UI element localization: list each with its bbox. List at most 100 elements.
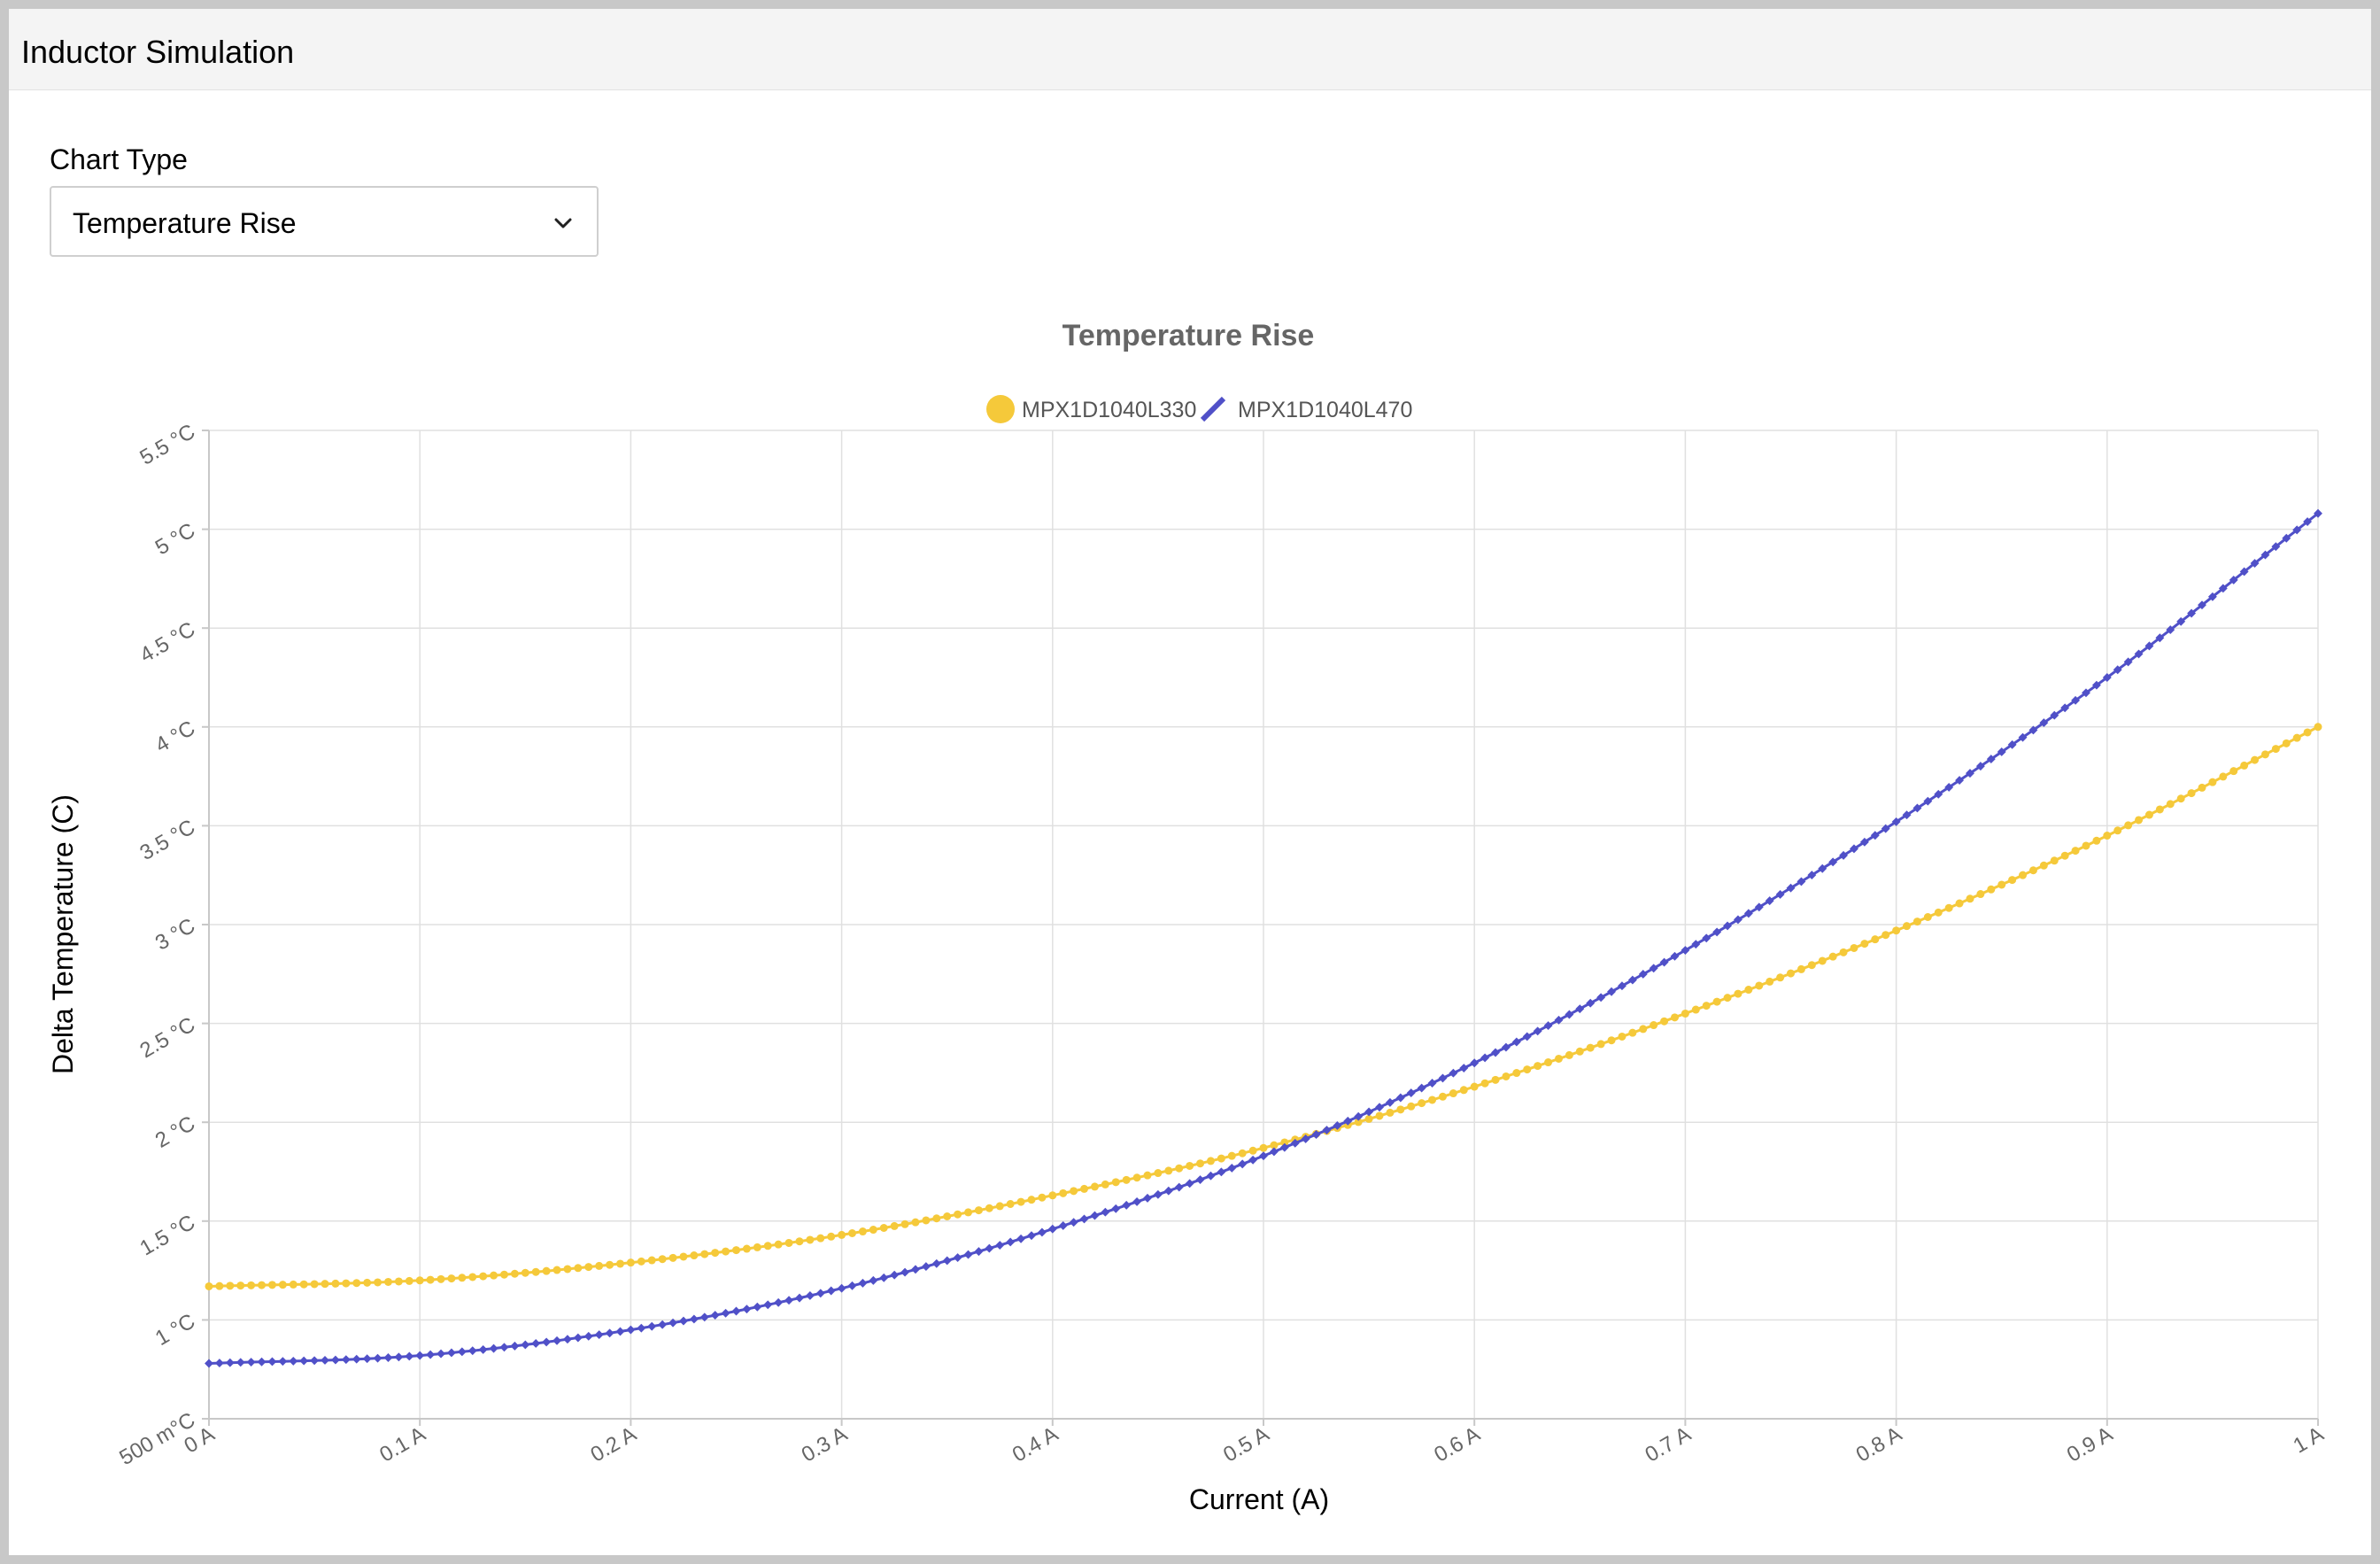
- data-point: [647, 1321, 657, 1331]
- x-tick-label: 1 A: [2289, 1422, 2328, 1459]
- data-point: [1787, 969, 1795, 978]
- data-point: [299, 1280, 308, 1289]
- data-point: [858, 1227, 867, 1236]
- x-axis-ticks: 0 A 0.1 A 0.2 A 0.3 A 0.4 A 0.5 A 0.6 A 0.7 A 0.…: [180, 1419, 2328, 1467]
- data-point: [1069, 1218, 1078, 1227]
- data-point: [1660, 1017, 1669, 1026]
- data-point: [1406, 1088, 1416, 1098]
- y-tick-label: 3 °C: [151, 914, 199, 956]
- data-point: [1470, 1058, 1480, 1068]
- data-point: [2208, 778, 2217, 786]
- data-point: [1618, 1032, 1627, 1041]
- data-point: [1491, 1048, 1500, 1057]
- legend-item[interactable]: MPX1D1040L470: [1200, 396, 1412, 422]
- data-point: [1407, 1102, 1416, 1111]
- data-point: [805, 1291, 815, 1300]
- data-point: [1163, 1186, 1173, 1196]
- data-point: [1111, 1204, 1121, 1213]
- data-point: [1438, 1092, 1447, 1101]
- data-point: [1818, 956, 1827, 965]
- data-point: [289, 1280, 298, 1289]
- data-point: [1987, 885, 1996, 894]
- data-point: [405, 1351, 414, 1361]
- data-point: [827, 1232, 836, 1241]
- data-point: [1027, 1231, 1036, 1241]
- data-point: [837, 1283, 846, 1293]
- x-tick-label: 0.9 A: [2063, 1422, 2117, 1467]
- data-point: [573, 1333, 583, 1343]
- data-point: [922, 1216, 931, 1225]
- data-point: [732, 1246, 740, 1255]
- data-point: [931, 1258, 941, 1268]
- data-point: [1259, 1151, 1268, 1161]
- data-point: [1364, 1107, 1374, 1117]
- data-point: [521, 1268, 529, 1277]
- data-point: [2060, 851, 2069, 860]
- data-point: [468, 1346, 477, 1356]
- data-point: [1186, 1161, 1194, 1170]
- data-point: [974, 1247, 984, 1257]
- data-point: [795, 1293, 804, 1303]
- data-point: [1059, 1188, 1068, 1197]
- y-tick-label: 5 °C: [151, 518, 199, 560]
- data-point: [1048, 1191, 1057, 1200]
- x-tick-label: 0.3 A: [798, 1422, 852, 1467]
- data-point: [426, 1275, 435, 1284]
- data-point: [394, 1277, 403, 1286]
- data-point: [215, 1281, 224, 1290]
- data-point: [1269, 1147, 1279, 1157]
- data-point: [1912, 917, 1921, 926]
- data-point: [1522, 1032, 1532, 1041]
- data-point: [826, 1286, 836, 1296]
- data-point: [310, 1280, 319, 1289]
- legend-circle-icon: [986, 395, 1015, 423]
- data-point: [1196, 1159, 1205, 1168]
- data-point: [1944, 903, 1953, 912]
- legend-item[interactable]: MPX1D1040L330: [986, 395, 1196, 423]
- data-point: [583, 1331, 593, 1341]
- data-point: [1375, 1103, 1384, 1112]
- data-point: [552, 1336, 561, 1345]
- data-point: [2219, 772, 2228, 781]
- data-point: [1892, 926, 1901, 935]
- data-point: [479, 1272, 488, 1281]
- data-point: [1554, 1054, 1563, 1063]
- data-point: [1839, 948, 1848, 956]
- data-point: [2198, 783, 2206, 792]
- x-tick-label: 0.2 A: [587, 1422, 641, 1467]
- data-point: [563, 1265, 572, 1274]
- data-point: [763, 1242, 772, 1250]
- data-point: [562, 1335, 572, 1344]
- data-point: [531, 1267, 540, 1276]
- data-point: [267, 1281, 276, 1289]
- data-point: [1395, 1093, 1405, 1103]
- data-point: [236, 1358, 245, 1367]
- data-point: [1248, 1155, 1258, 1165]
- y-tick-label: 2 °C: [151, 1111, 199, 1153]
- data-point: [900, 1219, 909, 1228]
- data-point: [1480, 1079, 1489, 1088]
- data-point: [753, 1243, 761, 1251]
- data-point: [2251, 755, 2260, 764]
- data-point: [626, 1258, 635, 1267]
- data-point: [858, 1278, 868, 1288]
- data-point: [415, 1276, 424, 1285]
- data-point: [911, 1265, 920, 1274]
- data-point: [1544, 1058, 1553, 1067]
- data-point: [1047, 1224, 1057, 1234]
- data-point: [2019, 871, 2028, 879]
- app-window: Inductor Simulation Chart Type Temperatu…: [9, 9, 2371, 1555]
- data-point: [1090, 1182, 1099, 1191]
- data-point: [1512, 1069, 1521, 1078]
- data-point: [330, 1355, 340, 1365]
- data-point: [679, 1252, 688, 1261]
- data-point: [2071, 847, 2080, 856]
- data-point: [2271, 745, 2280, 754]
- legend-line-icon: [1200, 396, 1226, 422]
- data-point: [510, 1269, 519, 1278]
- data-point: [1712, 997, 1721, 1006]
- data-point: [1175, 1164, 1184, 1173]
- data-point: [1438, 1073, 1448, 1083]
- data-point: [1122, 1175, 1131, 1184]
- data-point: [689, 1314, 699, 1324]
